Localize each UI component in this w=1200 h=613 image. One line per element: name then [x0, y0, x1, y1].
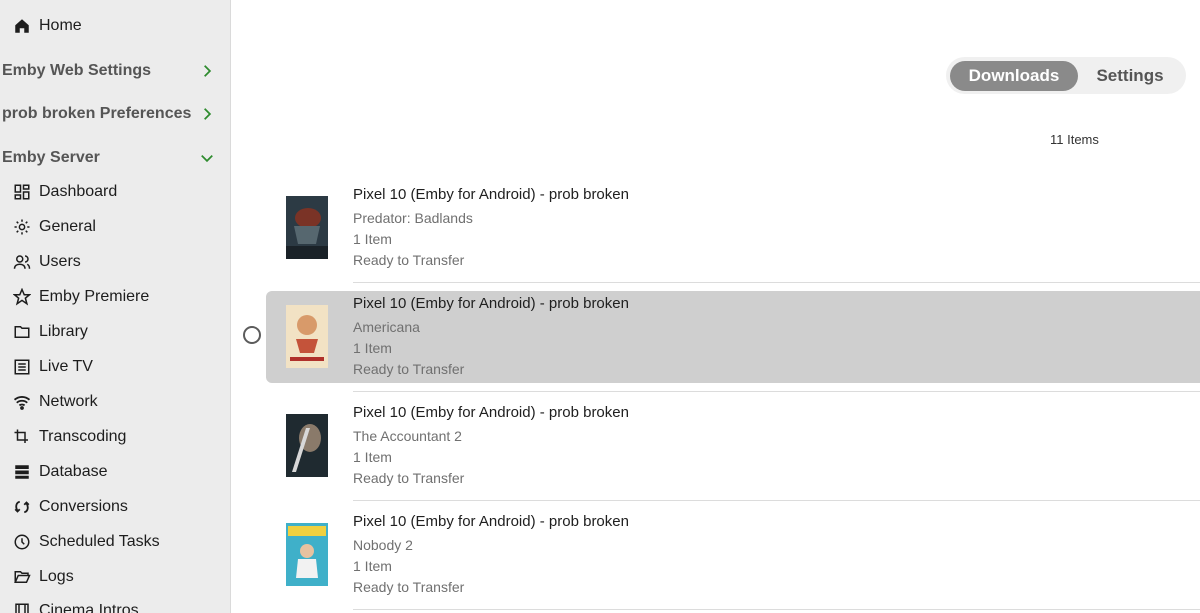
poster-thumbnail — [286, 196, 328, 259]
tab-settings[interactable]: Settings — [1078, 61, 1182, 91]
conversions-icon — [12, 497, 32, 517]
item-count: 11 Items — [1050, 132, 1099, 147]
sidebar-item-label: Users — [39, 253, 81, 270]
database-icon — [12, 462, 32, 482]
chevron-right-icon — [198, 105, 216, 123]
sidebar-item-label: Conversions — [39, 498, 128, 515]
sidebar: Home Emby Web Settings prob broken Prefe… — [0, 0, 231, 613]
sidebar-item-home[interactable]: Home — [12, 14, 82, 38]
sidebar-item-database[interactable]: Database — [12, 460, 108, 484]
sidebar-item-conversions[interactable]: Conversions — [12, 495, 128, 519]
row-divider — [353, 609, 1200, 610]
row-status: Ready to Transfer — [353, 470, 465, 486]
view-tabs: Downloads Settings — [946, 57, 1186, 94]
sidebar-item-label: Database — [39, 463, 108, 480]
section-label: Emby Server — [2, 149, 100, 166]
home-icon — [12, 16, 32, 36]
row-movie: The Accountant 2 — [353, 428, 462, 444]
row-title: Pixel 10 (Emby for Android) - prob broke… — [353, 295, 629, 312]
row-count: 1 Item — [353, 558, 392, 574]
row-title: Pixel 10 (Emby for Android) - prob broke… — [353, 513, 629, 530]
sidebar-item-label: Logs — [39, 568, 74, 585]
sidebar-item-label: Cinema Intros — [39, 602, 139, 613]
sidebar-item-general[interactable]: General — [12, 215, 96, 239]
tab-downloads[interactable]: Downloads — [950, 60, 1078, 91]
poster-thumbnail — [286, 523, 328, 586]
sidebar-item-label: Live TV — [39, 358, 93, 375]
row-count: 1 Item — [353, 231, 392, 247]
chevron-right-icon — [198, 62, 216, 80]
sidebar-item-label: Transcoding — [39, 428, 127, 445]
row-count: 1 Item — [353, 340, 392, 356]
poster-thumbnail — [286, 305, 328, 368]
transcode-icon — [12, 427, 32, 447]
sidebar-item-logs[interactable]: Logs — [12, 565, 74, 589]
wifi-icon — [12, 392, 32, 412]
select-radio[interactable] — [243, 326, 261, 344]
row-title: Pixel 10 (Emby for Android) - prob broke… — [353, 404, 629, 421]
dashboard-icon — [12, 182, 32, 202]
sidebar-item-scheduled-tasks[interactable]: Scheduled Tasks — [12, 530, 160, 554]
sidebar-item-dashboard[interactable]: Dashboard — [12, 180, 117, 204]
users-icon — [12, 252, 32, 272]
list-item[interactable]: Pixel 10 (Emby for Android) - prob broke… — [266, 182, 1200, 274]
clock-icon — [12, 532, 32, 552]
section-emby-server[interactable]: Emby Server — [2, 146, 216, 170]
sidebar-item-label: Scheduled Tasks — [39, 533, 160, 550]
sidebar-item-users[interactable]: Users — [12, 250, 81, 274]
section-label: Emby Web Settings — [2, 62, 152, 79]
row-movie: Predator: Badlands — [353, 210, 473, 226]
row-divider — [353, 282, 1200, 283]
tv-guide-icon — [12, 357, 32, 377]
film-icon — [12, 601, 32, 613]
sidebar-item-label: Home — [39, 17, 82, 34]
row-movie: Nobody 2 — [353, 537, 413, 553]
row-title: Pixel 10 (Emby for Android) - prob broke… — [353, 186, 629, 203]
sidebar-item-label: Dashboard — [39, 183, 118, 200]
folder-icon — [12, 322, 32, 342]
row-divider — [353, 391, 1200, 392]
sidebar-item-label: Library — [39, 323, 88, 340]
sidebar-item-live-tv[interactable]: Live TV — [12, 355, 93, 379]
sidebar-item-emby-premiere[interactable]: Emby Premiere — [12, 285, 149, 309]
row-movie: Americana — [353, 319, 420, 335]
row-status: Ready to Transfer — [353, 252, 465, 268]
sidebar-item-network[interactable]: Network — [12, 390, 98, 414]
section-emby-web-settings[interactable]: Emby Web Settings — [2, 59, 216, 83]
section-label: prob broken Preferences — [2, 105, 192, 122]
sidebar-item-label: Network — [39, 393, 98, 410]
section-prob-broken-preferences[interactable]: prob broken Preferences — [2, 102, 216, 126]
poster-thumbnail — [286, 414, 328, 477]
row-count: 1 Item — [353, 449, 392, 465]
chevron-down-icon — [198, 149, 216, 167]
list-item[interactable]: Pixel 10 (Emby for Android) - prob broke… — [266, 400, 1200, 492]
sidebar-item-transcoding[interactable]: Transcoding — [12, 425, 126, 449]
list-item[interactable]: Pixel 10 (Emby for Android) - prob broke… — [266, 291, 1200, 383]
star-icon — [12, 287, 32, 307]
folder-open-icon — [12, 567, 32, 587]
row-divider — [353, 500, 1200, 501]
sidebar-item-label: General — [39, 218, 96, 235]
sidebar-item-library[interactable]: Library — [12, 320, 88, 344]
row-status: Ready to Transfer — [353, 361, 465, 377]
sidebar-item-cinema-intros[interactable]: Cinema Intros — [12, 599, 139, 613]
row-status: Ready to Transfer — [353, 579, 465, 595]
list-item[interactable]: Pixel 10 (Emby for Android) - prob broke… — [266, 509, 1200, 601]
sidebar-item-label: Emby Premiere — [39, 288, 150, 305]
gear-icon — [12, 217, 32, 237]
